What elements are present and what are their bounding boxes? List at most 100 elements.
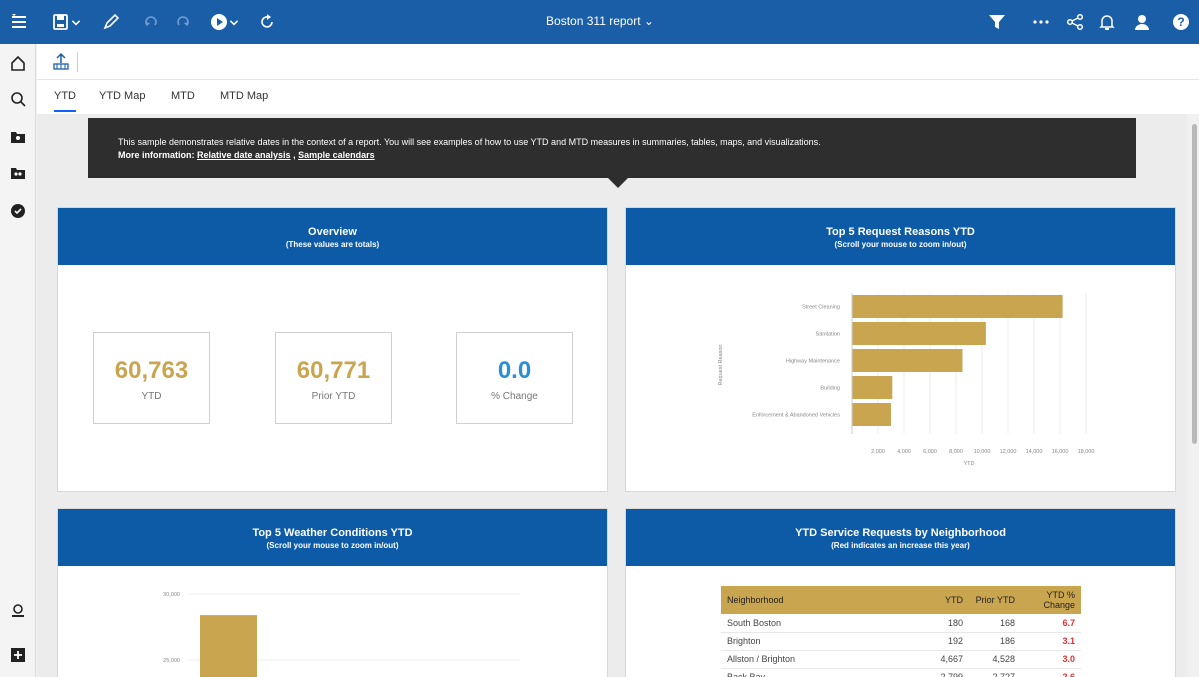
table-row: Brighton 192 186 3.1 bbox=[721, 632, 1081, 651]
top-app-bar: Boston 311 report ⌄ ? bbox=[0, 0, 1199, 44]
kpi-ytd-label: YTD bbox=[141, 391, 162, 402]
help-icon[interactable]: ? bbox=[1170, 11, 1192, 33]
x-tick-label: 8,000 bbox=[949, 449, 963, 455]
cell-neighborhood: Back Bay bbox=[721, 668, 914, 677]
weather-chart[interactable]: 30,000 25,000 bbox=[58, 566, 607, 677]
cell-ytd: 2,799 bbox=[914, 668, 969, 677]
y-axis-label: Request Reason bbox=[718, 345, 724, 386]
share-icon[interactable] bbox=[1064, 11, 1086, 33]
col-prior-ytd[interactable]: Prior YTD bbox=[969, 586, 1021, 614]
cell-prior-ytd: 2,727 bbox=[969, 668, 1021, 677]
table-row: South Boston 180 168 6.7 bbox=[721, 614, 1081, 633]
save-icon[interactable] bbox=[50, 11, 72, 33]
vertical-scrollbar[interactable] bbox=[1190, 114, 1199, 677]
refresh-icon[interactable] bbox=[256, 11, 278, 33]
kpi-prior-ytd[interactable]: 60,771 Prior YTD bbox=[275, 332, 392, 424]
kpi-change-label: % Change bbox=[491, 391, 538, 402]
kpi-prior-ytd-label: Prior YTD bbox=[311, 391, 356, 402]
more-icon[interactable] bbox=[1030, 11, 1052, 33]
new-icon[interactable] bbox=[9, 646, 27, 664]
weather-title: Top 5 Weather Conditions YTD bbox=[252, 527, 413, 539]
chart-bar bbox=[852, 376, 893, 399]
cell-neighborhood: Allston / Brighton bbox=[721, 650, 914, 669]
search-icon[interactable] bbox=[9, 90, 27, 108]
x-tick-label: 10,000 bbox=[974, 449, 991, 455]
redo-icon[interactable] bbox=[172, 11, 194, 33]
cell-ytd: 4,667 bbox=[914, 650, 969, 669]
request-reasons-card[interactable]: Top 5 Request Reasons YTD (Scroll your m… bbox=[625, 207, 1176, 492]
sample-calendars-link[interactable]: Sample calendars bbox=[298, 150, 375, 160]
filter-icon[interactable] bbox=[986, 11, 1008, 33]
cell-change: 2.6 bbox=[1021, 668, 1081, 677]
x-tick-label: 2,000 bbox=[871, 449, 885, 455]
overview-title: Overview bbox=[308, 226, 357, 238]
chevron-down-icon[interactable] bbox=[70, 11, 82, 33]
neighborhood-header: YTD Service Requests by Neighborhood (Re… bbox=[626, 509, 1175, 566]
report-title[interactable]: Boston 311 report ⌄ bbox=[520, 14, 680, 28]
upload-icon[interactable] bbox=[51, 52, 71, 72]
chart-bar bbox=[852, 403, 891, 426]
kpi-prior-ytd-value: 60,771 bbox=[296, 357, 371, 384]
request-reasons-title: Top 5 Request Reasons YTD bbox=[826, 226, 975, 238]
x-tick-label: 6,000 bbox=[923, 449, 937, 455]
overview-card[interactable]: Overview (These values are totals) 60,76… bbox=[57, 207, 608, 492]
scrollbar-thumb[interactable] bbox=[1192, 124, 1197, 444]
chart-bar bbox=[852, 349, 963, 372]
more-info-label: More information: bbox=[118, 150, 195, 160]
cell-change: 3.0 bbox=[1021, 650, 1081, 669]
tab-mtd[interactable]: MTD bbox=[171, 90, 195, 110]
table-row: Back Bay 2,799 2,727 2.6 bbox=[721, 668, 1081, 677]
weather-subtitle: (Scroll your mouse to zoom in/out) bbox=[266, 541, 399, 550]
relative-date-analysis-link[interactable]: Relative date analysis bbox=[197, 150, 291, 160]
link-separator: , bbox=[293, 150, 296, 160]
x-tick-label: 12,000 bbox=[1000, 449, 1017, 455]
cell-prior-ytd: 168 bbox=[969, 614, 1021, 633]
category-label: Street Cleaning bbox=[802, 305, 840, 311]
report-tabs: YTD YTD Map MTD MTD Map bbox=[37, 80, 1199, 114]
svg-text:?: ? bbox=[1177, 15, 1184, 29]
kpi-change[interactable]: 0.0 % Change bbox=[456, 332, 573, 424]
secondary-toolbar bbox=[37, 44, 1199, 80]
neighborhood-card[interactable]: YTD Service Requests by Neighborhood (Re… bbox=[625, 508, 1176, 677]
user-icon[interactable] bbox=[1131, 11, 1153, 33]
team-content-icon[interactable] bbox=[9, 164, 27, 182]
toolbar-divider bbox=[77, 52, 78, 72]
home-icon[interactable] bbox=[9, 54, 27, 72]
pencil-icon[interactable] bbox=[100, 11, 122, 33]
table-row: Allston / Brighton 4,667 4,528 3.0 bbox=[721, 650, 1081, 669]
banner-caret bbox=[608, 178, 628, 188]
cell-change: 3.1 bbox=[1021, 632, 1081, 651]
category-label: Highway Maintenance bbox=[786, 359, 840, 365]
kpi-ytd[interactable]: 60,763 YTD bbox=[93, 332, 210, 424]
menu-icon[interactable] bbox=[8, 11, 30, 33]
table-header-row: Neighborhood YTD Prior YTD YTD % Change bbox=[721, 586, 1081, 614]
tab-mtd-map[interactable]: MTD Map bbox=[220, 90, 268, 110]
col-neighborhood[interactable]: Neighborhood bbox=[721, 586, 914, 614]
neighborhood-subtitle: (Red indicates an increase this year) bbox=[831, 541, 970, 550]
cell-change: 6.7 bbox=[1021, 614, 1081, 633]
category-label: Building bbox=[820, 386, 840, 392]
my-content-icon[interactable] bbox=[9, 128, 27, 146]
weather-card[interactable]: Top 5 Weather Conditions YTD (Scroll you… bbox=[57, 508, 608, 677]
chart-bar bbox=[852, 295, 1063, 318]
x-tick-label: 14,000 bbox=[1026, 449, 1043, 455]
recent-icon[interactable] bbox=[9, 202, 27, 220]
tab-ytd[interactable]: YTD bbox=[54, 90, 76, 112]
overview-header: Overview (These values are totals) bbox=[58, 208, 607, 265]
col-ytd-change[interactable]: YTD % Change bbox=[1021, 586, 1081, 614]
chart-bar bbox=[200, 615, 257, 677]
run-icon[interactable] bbox=[208, 11, 230, 33]
banner-text: This sample demonstrates relative dates … bbox=[118, 137, 821, 147]
manage-icon[interactable] bbox=[9, 602, 27, 620]
y-tick-label: 30,000 bbox=[163, 592, 180, 598]
tab-ytd-map[interactable]: YTD Map bbox=[99, 90, 145, 110]
cell-prior-ytd: 186 bbox=[969, 632, 1021, 651]
request-reasons-header: Top 5 Request Reasons YTD (Scroll your m… bbox=[626, 208, 1175, 265]
undo-icon[interactable] bbox=[140, 11, 162, 33]
chevron-down-icon[interactable] bbox=[228, 11, 240, 33]
report-title-text: Boston 311 report bbox=[546, 14, 641, 28]
col-ytd[interactable]: YTD bbox=[914, 586, 969, 614]
bell-icon[interactable] bbox=[1096, 11, 1118, 33]
request-reasons-chart[interactable]: Street Cleaning Sanitation Highway Mainten… bbox=[626, 265, 1175, 491]
chart-bar bbox=[852, 322, 986, 345]
